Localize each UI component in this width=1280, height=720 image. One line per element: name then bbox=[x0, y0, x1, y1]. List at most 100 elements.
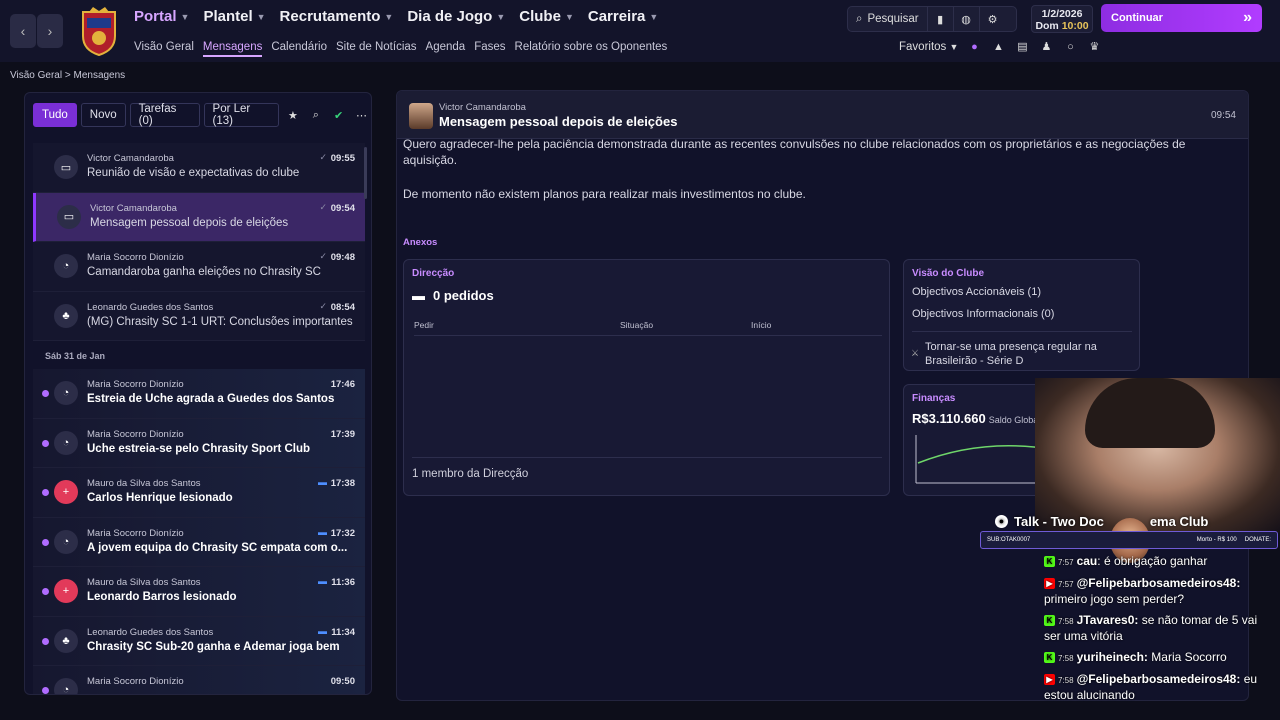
record-icon: ● bbox=[995, 514, 1008, 528]
club-crest-logo[interactable] bbox=[79, 6, 119, 56]
chevron-down-icon: ▼ bbox=[649, 11, 659, 22]
search-icon: ⌕ bbox=[856, 12, 863, 25]
clipboard-icon[interactable]: ▤ bbox=[1014, 40, 1030, 53]
stream-title-text: Talk - Two Doc bbox=[1014, 513, 1104, 529]
col-situacao[interactable]: Situação bbox=[620, 320, 653, 330]
forward-button[interactable]: › bbox=[37, 14, 63, 48]
chevron-down-icon: ▼ bbox=[256, 11, 266, 22]
read-check-icon: ✓ bbox=[319, 152, 327, 162]
read-check-icon: ✓ bbox=[319, 300, 327, 311]
unread-dot bbox=[42, 489, 49, 496]
list-item[interactable]: ♣ Leonardo Guedes dos Santos Chrasity SC… bbox=[33, 616, 365, 666]
bookmark-icon[interactable]: ▮ bbox=[928, 7, 954, 31]
col-inicio[interactable]: Início bbox=[751, 320, 771, 330]
unread-dot bbox=[42, 687, 49, 694]
goal-text: Tornar-se uma presença regular na Brasil… bbox=[925, 341, 1097, 367]
list-item[interactable]: ◔ Maria Socorro Dionízio Uche estreia-se… bbox=[33, 418, 365, 468]
date-display[interactable]: 1/2/2026 Dom 10:00 bbox=[1031, 5, 1093, 33]
message-sender: Maria Socorro Dionízio bbox=[87, 428, 184, 440]
nav-dia-de-jogo[interactable]: Dia de Jogo ▼ bbox=[407, 8, 505, 25]
nav-portal[interactable]: Portal ▼ bbox=[134, 8, 189, 25]
chat-text: primeiro jogo sem perder? bbox=[1044, 592, 1185, 606]
direcao-card[interactable]: Direcção ▬ 0 pedidos Pedir Situação Iníci… bbox=[403, 259, 890, 496]
gear-icon[interactable]: ⚙ bbox=[980, 7, 1006, 31]
nav-dia-de-jogo-label: Dia de Jogo bbox=[407, 8, 493, 25]
message-subject: Reunião de visão e expectativas do clube bbox=[87, 167, 300, 179]
message-sender: Mauro da Silva dos Santos bbox=[87, 577, 201, 588]
list-item[interactable]: ◔ Maria Socorro Dionízio A jovem equipa … bbox=[33, 517, 365, 567]
chevron-down-icon: ▼ bbox=[180, 11, 190, 22]
list-item[interactable]: ◔ Maria Socorro Dionízio 09:50 bbox=[33, 666, 365, 694]
card-title: Finanças bbox=[912, 393, 956, 404]
kick-icon: K bbox=[1044, 556, 1055, 568]
check-icon[interactable]: ✔ bbox=[329, 109, 348, 122]
filter-new[interactable]: Novo bbox=[80, 103, 126, 127]
day-header: Sáb 31 de Jan bbox=[33, 341, 365, 369]
nav-recrutamento-label: Recrutamento bbox=[279, 8, 381, 25]
subnav-calendario[interactable]: Calendário bbox=[271, 41, 327, 57]
people-icon[interactable]: ♟ bbox=[1038, 40, 1054, 53]
trophy-icon[interactable]: ♛ bbox=[1086, 40, 1102, 53]
list-item[interactable]: + Mauro da Silva dos Santos Carlos Henri… bbox=[33, 468, 365, 518]
message-subject: (MG) Chrasity SC 1-1 URT: Conclusões imp… bbox=[87, 315, 353, 328]
more-icon[interactable]: ⋯ bbox=[352, 109, 371, 122]
subnav-relatorio-oponentes[interactable]: Relatório sobre os Oponentes bbox=[515, 41, 668, 57]
filter-all[interactable]: Tudo bbox=[33, 103, 77, 127]
favorites-bar: Favoritos ▼ ● ▲ ▤ ♟ ○ ♛ bbox=[899, 40, 1102, 54]
message-title: Mensagem pessoal depois de eleições bbox=[439, 114, 678, 129]
message-sender: Maria Socorro Dionízio bbox=[87, 676, 184, 687]
filter-unread[interactable]: Por Ler (13) bbox=[203, 103, 280, 127]
time-text: 10:00 bbox=[1061, 20, 1089, 32]
sub-nav: Visão Geral Mensagens Calendário Site de… bbox=[134, 41, 667, 57]
cap-icon[interactable]: ▲ bbox=[990, 41, 1006, 53]
subnav-mensagens[interactable]: Mensagens bbox=[202, 41, 263, 57]
list-scrollbar[interactable] bbox=[364, 147, 367, 199]
breadcrumb-root[interactable]: Visão Geral bbox=[10, 70, 62, 81]
pedidos-count: ▬ 0 pedidos bbox=[412, 288, 494, 303]
membro-count[interactable]: 1 membro da Direcção bbox=[412, 468, 528, 480]
continue-label: Continuar bbox=[1111, 12, 1163, 24]
avatar[interactable] bbox=[409, 103, 433, 129]
nav-plantel-label: Plantel bbox=[203, 8, 253, 25]
objectivos-accionaveis[interactable]: Objectivos Accionáveis (1) bbox=[912, 286, 1041, 298]
globe-icon[interactable]: ◍ bbox=[954, 7, 980, 31]
nav-clube[interactable]: Clube ▼ bbox=[519, 8, 574, 25]
message-time: 09:48 bbox=[330, 252, 355, 263]
list-item[interactable]: ◔ Maria Socorro Dionízio Estreia de Uche… bbox=[33, 369, 365, 419]
list-item[interactable]: ◔ Maria Socorro Dionízio Camandaroba gan… bbox=[33, 242, 365, 292]
double-chevron-right-icon: » bbox=[1243, 9, 1252, 26]
subnav-agenda[interactable]: Agenda bbox=[426, 41, 466, 57]
col-pedir[interactable]: Pedir bbox=[414, 320, 434, 330]
list-item[interactable]: ♣ Leonardo Guedes dos Santos (MG) Chrasi… bbox=[33, 291, 365, 341]
star-icon[interactable]: ★ bbox=[283, 109, 302, 122]
favorites-dropdown[interactable]: Favoritos ▼ bbox=[899, 41, 958, 53]
chat-time: 7:57 bbox=[1058, 558, 1074, 567]
back-button[interactable]: ‹ bbox=[10, 14, 36, 48]
ticker-bet: Morto - R$ 100 bbox=[1196, 537, 1237, 543]
chat-icon[interactable]: ● bbox=[966, 41, 982, 53]
divider bbox=[412, 457, 882, 458]
visao-card[interactable]: Visão do Clube Objectivos Accionáveis (1… bbox=[903, 259, 1140, 371]
objectivos-informacionais[interactable]: Objectivos Informacionais (0) bbox=[912, 308, 1054, 320]
read-check-icon: ✓ bbox=[319, 251, 327, 261]
kick-icon: K bbox=[1044, 615, 1055, 627]
search-button[interactable]: ⌕ Pesquisar bbox=[848, 7, 928, 31]
nav-plantel[interactable]: Plantel ▼ bbox=[203, 8, 265, 25]
kick-icon: K bbox=[1044, 652, 1055, 664]
search-icon[interactable]: ⌕ bbox=[306, 109, 325, 122]
subnav-visao-geral[interactable]: Visão Geral bbox=[134, 41, 194, 57]
subnav-fases[interactable]: Fases bbox=[474, 41, 505, 57]
list-item[interactable]: ▭ Victor Camandaroba Reunião de visão e … bbox=[33, 143, 365, 193]
filter-tasks[interactable]: Tarefas (0) bbox=[129, 103, 200, 127]
ticker-user: OTAK0007 bbox=[1001, 537, 1031, 543]
ball-icon[interactable]: ○ bbox=[1062, 41, 1078, 53]
list-item-selected[interactable]: ▭ Victor Camandaroba Mensagem pessoal de… bbox=[33, 192, 365, 242]
list-item[interactable]: + Mauro da Silva dos Santos Leonardo Bar… bbox=[33, 567, 365, 617]
message-subject: Leonardo Barros lesionado bbox=[87, 591, 237, 603]
pedidos-text: 0 pedidos bbox=[433, 288, 494, 303]
nav-recrutamento[interactable]: Recrutamento ▼ bbox=[280, 8, 394, 25]
nav-carreira[interactable]: Carreira ▼ bbox=[588, 8, 658, 25]
subnav-site-noticias[interactable]: Site de Notícias bbox=[336, 41, 417, 57]
chat-message: K 7:58 JTavares0: se não tomar de 5 vai se… bbox=[1040, 610, 1280, 647]
continue-button[interactable]: Continuar » bbox=[1101, 4, 1262, 32]
